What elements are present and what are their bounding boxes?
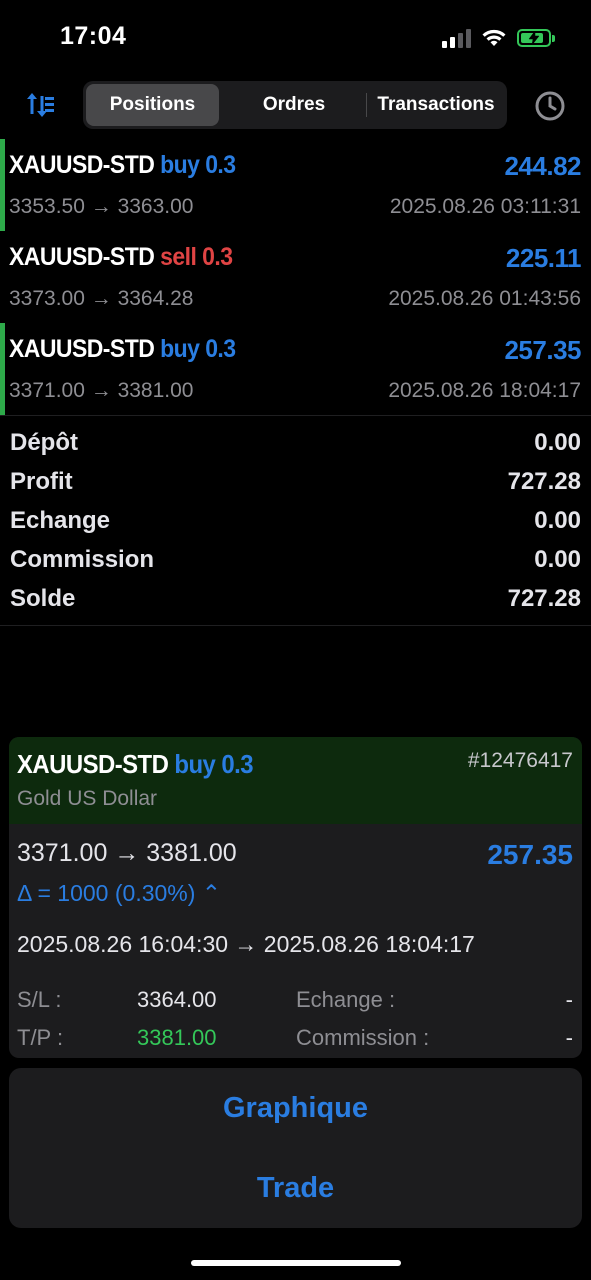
status-time: 17:04 [60,22,127,50]
summary-row-solde: Solde 727.28 [10,579,581,618]
tab-transactions[interactable]: Transactions [368,84,504,126]
tab-ordres[interactable]: Ordres [225,84,363,126]
sl-value: 3364.00 [137,987,217,1012]
swap-label: Echange : [296,987,396,1012]
swap-value: - [565,987,573,1012]
summary-row-echange: Echange 0.00 [10,501,581,540]
tabs-segmented-control: Positions Ordres Transactions [83,81,507,129]
trade-prices: 3353.50 → 3363.00 [9,195,194,218]
detail-symbol: XAUUSD-STD buy 0.3 [17,749,254,779]
trade-row[interactable]: XAUUSD-STD buy 0.3 244.82 3353.50 → 3363… [0,139,591,231]
trade-symbol: XAUUSD-STD buy 0.3 [9,335,236,363]
trade-time: 2025.08.26 18:04:17 [388,379,581,402]
tp-value: 3381.00 [137,1025,217,1050]
detail-side: buy 0.3 [174,749,253,779]
summary-value: 0.00 [534,545,581,573]
trade-row[interactable]: XAUUSD-STD sell 0.3 225.11 3373.00 → 336… [0,231,591,323]
summary-value: 0.00 [534,428,581,456]
graphique-button[interactable]: Graphique [9,1078,582,1138]
tab-positions[interactable]: Positions [86,84,219,126]
trade-profit: 225.11 [505,243,582,273]
divider [0,415,591,416]
summary-row-profit: Profit 727.28 [10,462,581,501]
trade-side: buy 0.3 [160,335,236,363]
trade-button[interactable]: Trade [9,1158,582,1218]
trade-side: sell 0.3 [160,243,233,271]
clock-icon[interactable] [530,86,570,126]
divider [0,625,591,626]
wifi-icon [482,29,506,46]
detail-times: 2025.08.26 16:04:30 → 2025.08.26 18:04:1… [17,931,475,957]
buy-indicator-bar [0,139,5,231]
tab-divider [366,93,367,117]
trade-profit: 244.82 [504,151,581,181]
summary-value: 727.28 [507,467,581,495]
trade-time: 2025.08.26 03:11:31 [389,195,581,218]
detail-prices: 3371.00 → 3381.00 [17,839,237,867]
trade-side: buy 0.3 [160,151,236,179]
trade-symbol: XAUUSD-STD sell 0.3 [9,243,233,271]
summary-row-commission: Commission 0.00 [10,540,581,579]
home-indicator[interactable] [191,1260,401,1266]
sl-label: S/L : [17,987,62,1012]
status-icons [442,26,555,50]
trade-symbol: XAUUSD-STD buy 0.3 [9,151,236,179]
summary-label: Profit [10,467,73,495]
detail-profit: 257.35 [487,839,573,870]
sort-arrows-icon[interactable] [24,88,58,122]
summary-value: 727.28 [507,584,581,612]
tp-label: T/P : [17,1025,64,1050]
detail-delta-toggle[interactable]: Δ = 1000 (0.30%) ⌃ [17,880,221,907]
commission-label: Commission : [296,1025,430,1050]
commission-value: - [565,1025,573,1050]
summary-row-depot: Dépôt 0.00 [10,423,581,462]
summary-label: Solde [10,584,76,612]
action-sheet: Graphique Trade [9,1068,582,1228]
trade-row[interactable]: XAUUSD-STD buy 0.3 257.35 3371.00 → 3381… [0,323,591,415]
trade-time: 2025.08.26 01:43:56 [388,287,581,310]
battery-charging-icon [517,29,555,47]
cellular-signal-icon [442,28,471,48]
summary-label: Dépôt [10,428,78,456]
summary-value: 0.00 [534,506,581,534]
detail-ticket: #12476417 [467,749,573,772]
summary-label: Echange [10,506,111,534]
trade-prices: 3373.00 → 3364.28 [9,287,194,310]
summary-label: Commission [10,545,155,573]
trade-prices: 3371.00 → 3381.00 [9,379,194,402]
trade-profit: 257.35 [504,335,581,365]
position-detail-card[interactable]: XAUUSD-STD buy 0.3 #12476417 Gold US Dol… [9,737,582,1058]
detail-description: Gold US Dollar [17,787,158,810]
buy-indicator-bar [0,323,5,415]
